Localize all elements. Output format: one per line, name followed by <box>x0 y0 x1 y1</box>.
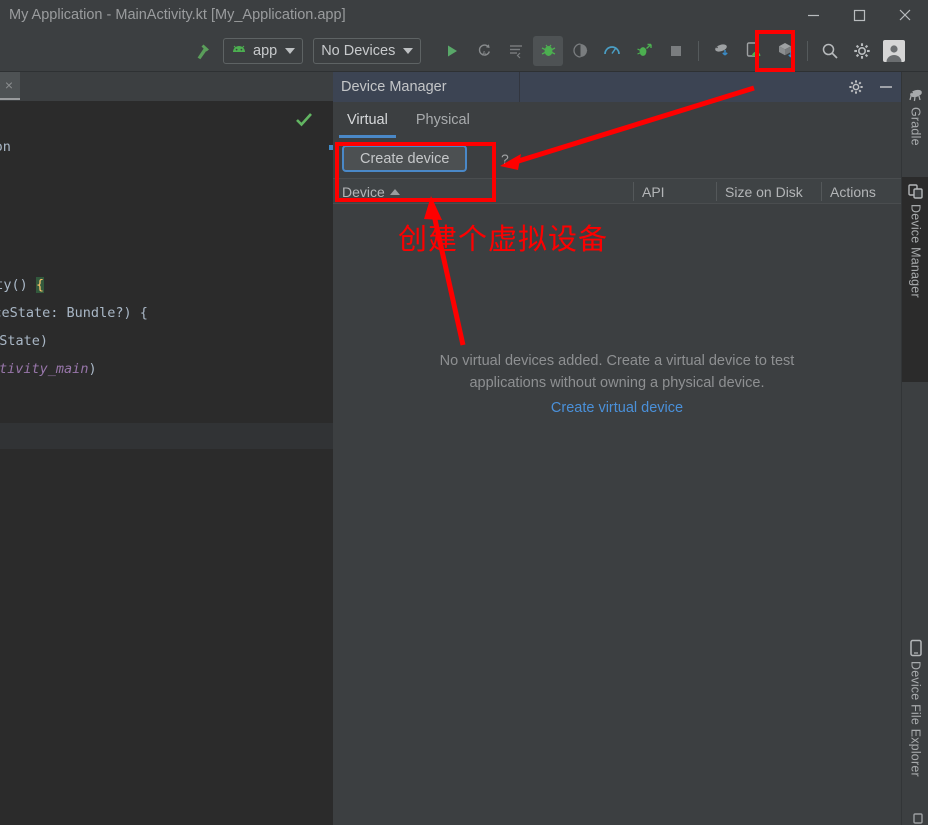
device-manager-icon <box>907 182 925 200</box>
chevron-down-icon <box>285 47 296 54</box>
right-tool-window-strip: Gradle Device Manager Device File Explor… <box>901 72 928 825</box>
minimize-button[interactable] <box>790 0 836 30</box>
minimize-icon[interactable] <box>875 76 897 98</box>
column-header-size-on-disk[interactable]: Size on Disk <box>716 179 803 204</box>
device-selector-label: No Devices <box>321 42 396 59</box>
run-configuration-label: app <box>253 42 278 59</box>
code-identifier: activity_main <box>0 361 89 377</box>
code-editor[interactable]: ication mpatActivity() { savedInstanceSt… <box>0 101 333 423</box>
android-icon <box>233 45 245 52</box>
create-virtual-device-link[interactable]: Create virtual device <box>402 400 832 416</box>
debug-bug-icon[interactable] <box>533 35 564 66</box>
hammer-icon[interactable] <box>187 36 217 66</box>
column-header-device[interactable]: Device <box>333 179 400 204</box>
gradle-elephant-icon <box>907 85 925 103</box>
code-text: ) <box>88 361 97 377</box>
empty-state-message: No virtual devices added. Create a virtu… <box>439 353 795 391</box>
inspection-ok-icon[interactable] <box>295 111 313 131</box>
device-manager-toolbar: Create device ? <box>333 138 901 178</box>
svg-text:A: A <box>482 51 487 58</box>
sdk-manager-icon[interactable] <box>770 36 800 66</box>
device-manager-tabs: Virtual Physical <box>333 102 901 138</box>
sort-ascending-icon <box>389 188 400 195</box>
column-label: Device <box>342 183 385 200</box>
chevron-down-icon <box>403 47 414 54</box>
window-controls <box>790 0 928 30</box>
tool-window-device-manager[interactable]: Device Manager <box>902 177 928 382</box>
editor-area: × ication mpatActivity() { savedInstance… <box>0 72 333 825</box>
code-line: ayout.activity_main) <box>0 361 97 377</box>
run-configuration-selector[interactable]: app <box>223 37 304 64</box>
code-text: mpatActivity() <box>0 277 28 293</box>
phone-icon <box>907 639 925 657</box>
code-line: mpatActivity() { <box>0 277 45 293</box>
editor-divider-band <box>0 423 333 449</box>
code-line: edInstanceState) <box>0 333 49 349</box>
matched-brace: { <box>35 277 45 293</box>
coverage-icon[interactable] <box>629 36 659 66</box>
avatar <box>883 39 906 62</box>
rerun-icon[interactable]: A <box>469 36 499 66</box>
device-table-empty-state: 创建个虚拟设备 No virtual devices added. Create… <box>333 204 901 825</box>
editor-tab-strip: × <box>0 72 333 101</box>
tool-window-label: Device File Explorer <box>908 661 923 777</box>
help-icon[interactable]: ? <box>501 151 509 167</box>
tool-window-label: Device Manager <box>908 204 923 298</box>
device-manager-panel: Device Manager Virtual Physical Create d… <box>333 72 901 825</box>
list-run-icon[interactable] <box>501 36 531 66</box>
run-button[interactable] <box>437 36 467 66</box>
gear-icon[interactable] <box>845 76 867 98</box>
profiler-gauge-icon[interactable] <box>597 36 627 66</box>
create-device-button[interactable]: Create device <box>342 145 468 172</box>
gradle-sync-icon[interactable] <box>706 36 736 66</box>
device-manager-icon <box>907 807 925 825</box>
tool-window-extra[interactable] <box>902 802 928 825</box>
panel-title: Device Manager <box>333 72 520 102</box>
editor-tab-mainactivity[interactable]: × <box>0 72 20 100</box>
device-table-header: Device API Size on Disk Actions <box>333 178 901 204</box>
title-bar: My Application - MainActivity.kt [My_App… <box>0 0 928 30</box>
maximize-button[interactable] <box>836 0 882 30</box>
gear-icon[interactable] <box>847 36 877 66</box>
close-icon[interactable]: × <box>5 78 13 92</box>
window-title: My Application - MainActivity.kt [My_App… <box>9 7 346 23</box>
tool-window-label: Gradle <box>908 107 923 146</box>
chinese-annotation-text: 创建个虚拟设备 <box>398 222 609 256</box>
code-line: savedInstanceState: Bundle?) { <box>0 305 148 321</box>
avatar-icon[interactable] <box>879 36 909 66</box>
device-manager-icon[interactable] <box>738 36 768 66</box>
column-header-api[interactable]: API <box>633 179 665 204</box>
stop-square-icon[interactable] <box>661 36 691 66</box>
attach-debugger-icon[interactable] <box>565 36 595 66</box>
tool-window-device-file-explorer[interactable]: Device File Explorer <box>902 634 928 777</box>
toolbar-separator <box>698 40 700 61</box>
device-selector[interactable]: No Devices <box>313 37 422 64</box>
toolbar-separator-2 <box>807 40 809 61</box>
tab-virtual[interactable]: Virtual <box>333 102 402 138</box>
search-icon[interactable] <box>815 36 845 66</box>
device-manager-header: Device Manager <box>333 72 901 102</box>
code-line: ication <box>0 139 11 155</box>
main-toolbar: app No Devices A <box>0 30 928 72</box>
panel-header-actions <box>845 72 897 102</box>
android-studio-window: My Application - MainActivity.kt [My_App… <box>0 0 928 825</box>
close-button[interactable] <box>882 0 928 30</box>
column-header-actions[interactable]: Actions <box>821 179 876 204</box>
tool-window-gradle[interactable]: Gradle <box>902 80 928 146</box>
editor-lower-area <box>0 449 333 825</box>
tab-physical[interactable]: Physical <box>402 102 484 138</box>
